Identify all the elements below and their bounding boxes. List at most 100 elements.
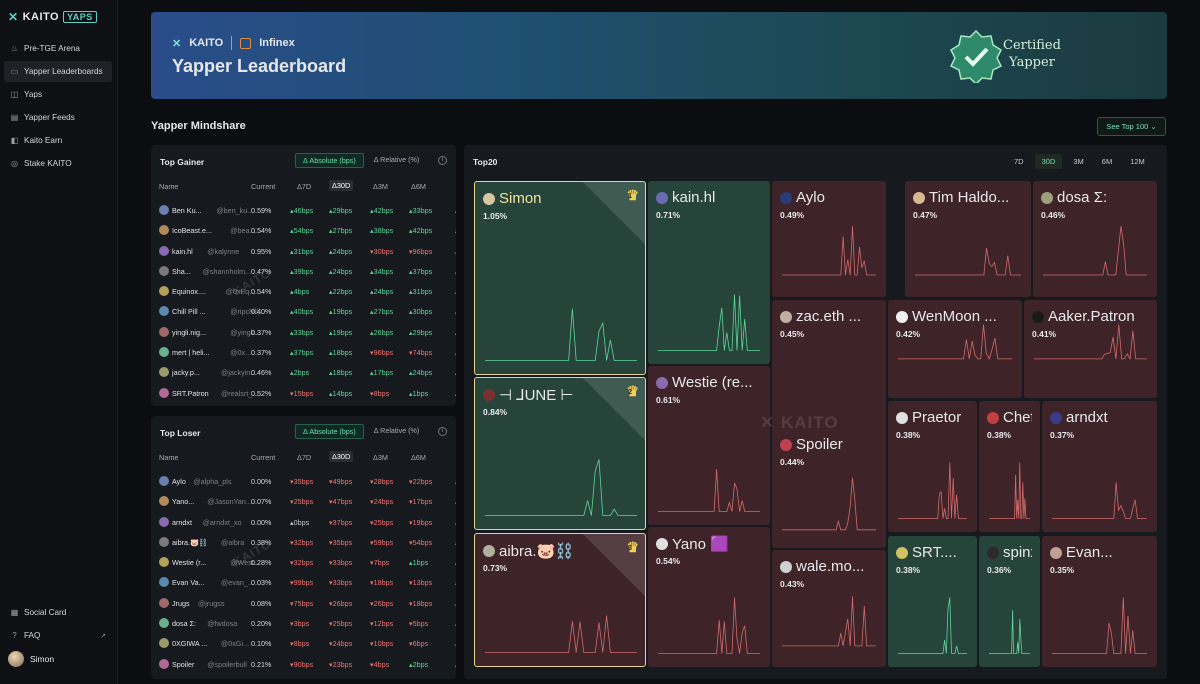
table-row[interactable]: Westie (r... @West... 0.28% ▾32bps ▾33bps ▾7b… [159, 554, 456, 574]
table-row[interactable]: Equinox.... @0xEq... 0.54% ▴4bps ▴22bps ▴24bp… [159, 283, 456, 303]
col-d30[interactable]: Δ30D [329, 180, 354, 191]
row-name[interactable]: Sha... [172, 267, 191, 276]
table-row[interactable]: Sha... @shannholm... 0.47% ▴39bps ▴24bps ▴34b… [159, 263, 456, 283]
treemap-cell[interactable]: Praetor 0.38% [888, 401, 977, 532]
tab-6m[interactable]: 6M [1095, 154, 1119, 169]
col-current[interactable]: Current [251, 453, 275, 462]
table-row[interactable]: Aylo @alpha_pls 0.00% ▾35bps ▾49bps ▾28bps ▾22… [159, 473, 456, 493]
col-d3m[interactable]: Δ3M [373, 182, 388, 191]
user-profile[interactable]: Simon [4, 648, 112, 670]
row-name[interactable]: 0XGIWA ... [172, 639, 207, 648]
col-d3m[interactable]: Δ3M [373, 453, 388, 462]
row-name[interactable]: Westie (r... [172, 558, 206, 567]
row-name[interactable]: dosa Σ: [172, 619, 196, 628]
see-top-100-button[interactable]: See Top 100 ⌄ [1097, 117, 1166, 136]
table-row[interactable]: dosa Σ: @fwdosa 0.20% ▾3bps ▾25bps ▾12bps ▾5bp… [159, 615, 456, 635]
table-row[interactable]: Ben Ku... @ben_ku... 0.59% ▴46bps ▴29bps ▴42b… [159, 202, 456, 222]
row-name[interactable]: kain.hl [172, 247, 193, 256]
sidebar-item-pre-tge-arena[interactable]: ♨ Pre-TGE Arena [4, 38, 112, 59]
table-row[interactable]: Evan Va... @evan_... 0.03% ▾99bps ▾33bps ▾18b… [159, 574, 456, 594]
row-name[interactable]: IcoBeast.e... [172, 226, 212, 235]
cell-name: Yano 🟪 [656, 535, 729, 553]
col-d7[interactable]: Δ7D [297, 453, 311, 462]
sidebar-item-yapper-feeds[interactable]: ▤ Yapper Feeds [4, 107, 112, 128]
row-value: 26bps [373, 598, 394, 608]
toggle-relative[interactable]: Δ Relative (%) [367, 424, 427, 439]
tab-30d[interactable]: 30D [1034, 154, 1063, 169]
toggle-relative[interactable]: Δ Relative (%) [367, 153, 427, 168]
treemap-cell[interactable]: WenMoon ... 0.42% [888, 300, 1022, 398]
table-row[interactable]: jacky.p... @jackyin... 0.46% ▴2bps ▴18bps ▴17… [159, 364, 456, 384]
col-d30[interactable]: Δ30D [329, 451, 354, 462]
table-row[interactable]: Yano... @JasonYan... 0.07% ▾25bps ▾47bps ▾24b… [159, 493, 456, 513]
treemap-cell[interactable]: Chef ... 0.38% [979, 401, 1040, 532]
kaito-logo[interactable]: ✕ KAITO YAPS [8, 10, 97, 24]
sidebar-item-yaps[interactable]: ◫ Yaps [4, 84, 112, 105]
row-name[interactable]: Spoiler [172, 660, 194, 669]
row-name[interactable]: SRT.Patron [172, 389, 209, 398]
tab-7d[interactable]: 7D [1007, 154, 1031, 169]
treemap-cell[interactable]: SRT.... 0.38% [888, 536, 977, 667]
col-name[interactable]: Name [159, 182, 178, 191]
row-name[interactable]: Jrugs [172, 599, 190, 608]
row-value: 13bps [412, 578, 433, 588]
sidebar-item-social-card[interactable]: ▦ Social Card [4, 602, 112, 623]
col-d6m[interactable]: Δ6M [411, 182, 426, 191]
info-icon[interactable]: i [438, 156, 447, 165]
row-name[interactable]: arndxt [172, 518, 192, 527]
row-name[interactable]: Aylo [172, 477, 186, 486]
treemap-cell[interactable]: Tim Haldo... 0.47% [905, 181, 1031, 297]
sidebar-item-stake-kaito[interactable]: ◎ Stake KAITO [4, 153, 112, 174]
row-name[interactable]: Ben Ku... [172, 206, 202, 215]
table-row[interactable]: aibra.🐷⛓️ @aibra 0.38% ▾32bps ▾35bps ▾59bps ▾5… [159, 534, 456, 554]
table-row[interactable]: yingli.nig... @yingli... 0.37% ▴33bps ▴19bps… [159, 324, 456, 344]
table-row[interactable]: Chill Pill ... @ripchill... 0.40% ▴40bps ▴19… [159, 303, 456, 323]
table-row[interactable]: Jrugs @jrugss 0.08% ▾75bps ▾26bps ▾26bps ▾18bp… [159, 595, 456, 615]
treemap-cell[interactable]: arndxt 0.37% [1042, 401, 1157, 532]
row-d7: ▾8bps [290, 639, 309, 648]
col-d7[interactable]: Δ7D [297, 182, 311, 191]
tab-3m[interactable]: 3M [1066, 154, 1090, 169]
sidebar-item-faq[interactable]: ? FAQ ↗ [4, 625, 112, 646]
table-row[interactable]: arndxt @arndxt_xo 0.00% ▴0bps ▾37bps ▾25bps ▾1… [159, 514, 456, 534]
treemap-cell[interactable]: aibra.🐷⛓️ 0.73% ♛ 3 [474, 533, 646, 667]
treemap-cell[interactable]: Simon 1.05% ♛ 1 [474, 181, 646, 375]
row-value: 33bps [412, 206, 433, 215]
treemap-cell[interactable]: Westie (re... 0.61% [648, 366, 770, 525]
toggle-absolute[interactable]: Δ Absolute (bps) [295, 424, 364, 439]
sidebar-item-yapper-leaderboards[interactable]: ▭ Yapper Leaderboards [4, 61, 112, 82]
treemap-cell[interactable]: ⊣ ⅃UNE ⊢ 0.84% ♛ 2 [474, 377, 646, 530]
tab-12m[interactable]: 12M [1123, 154, 1152, 169]
treemap-cell[interactable]: Evan... 0.35% [1042, 536, 1157, 667]
toggle-absolute[interactable]: Δ Absolute (bps) [295, 153, 364, 168]
sidebar-bottom: ▦ Social Card ? FAQ ↗ Simon [4, 602, 112, 670]
row-name[interactable]: jacky.p... [172, 368, 200, 377]
table-row[interactable]: mert | heli... @0x... 0.37% ▴37bps ▴18bps ▾96… [159, 344, 456, 364]
treemap-cell[interactable]: Aaker.Patron 0.41% [1024, 300, 1157, 398]
sidebar-item-kaito-earn[interactable]: ◧ Kaito Earn [4, 130, 112, 151]
row-name[interactable]: Equinox.... [172, 287, 206, 296]
table-row[interactable]: kain.hl @kalynne 0.95% ▴31bps ▴24bps ▾30bps ▾9… [159, 243, 456, 263]
treemap-cell[interactable]: Aylo 0.49% [772, 181, 886, 297]
row-name[interactable]: mert | heli... [172, 348, 209, 357]
table-row[interactable]: SRT.Patron @realsrt_... 0.52% ▾15bps ▴14bps ▾… [159, 385, 456, 405]
col-d6m[interactable]: Δ6M [411, 453, 426, 462]
info-icon[interactable]: i [438, 427, 447, 436]
table-row[interactable]: IcoBeast.e... @bea... 0.54% ▴54bps ▴27bps ▴38… [159, 222, 456, 242]
treemap-cell[interactable]: Yano 🟪 0.54% [648, 527, 770, 667]
top-gainer-panel: Top Gainer Δ Absolute (bps) Δ Relative (… [151, 145, 456, 406]
table-row[interactable]: 0XGIWA ... @0xGi... 0.10% ▾8bps ▾24bps ▾10bps… [159, 635, 456, 655]
col-name[interactable]: Name [159, 453, 178, 462]
row-name[interactable]: Chill Pill ... [172, 307, 206, 316]
treemap-cell[interactable]: spinx... 0.36% [979, 536, 1040, 667]
col-current[interactable]: Current [251, 182, 275, 191]
treemap-cell[interactable]: kain.hl 0.71% [648, 181, 770, 364]
row-name[interactable]: yingli.nig... [172, 328, 206, 337]
table-row[interactable]: Spoiler @spoilerbull 0.21% ▾90bps ▾23bps ▾4bp… [159, 656, 456, 676]
row-name[interactable]: Yano... [172, 497, 194, 506]
row-name[interactable]: Evan Va... [172, 578, 205, 587]
treemap-cell[interactable]: wale.mo... 0.43% [772, 550, 886, 667]
treemap-cell[interactable]: dosa Σ: 0.46% [1033, 181, 1157, 297]
treemap-cell[interactable]: Spoiler 0.44% [772, 428, 886, 548]
row-name[interactable]: aibra.🐷⛓️ [172, 538, 208, 547]
